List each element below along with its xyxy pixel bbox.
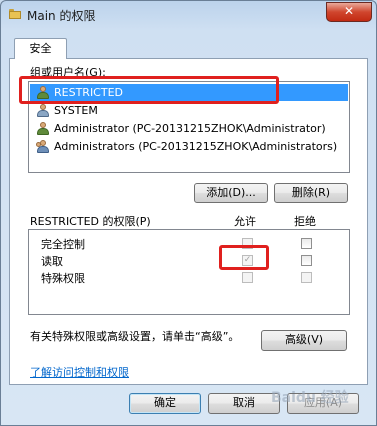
deny-special-checkbox [301,272,312,283]
watermark: Baidu 经验 [271,390,349,406]
close-button[interactable]: ✕ [326,2,372,22]
system-user-icon [36,104,50,117]
group-icon [36,140,50,153]
title-bar[interactable]: Main 的权限 ✕ [1,1,376,29]
permission-name-read: 读取 [41,255,63,268]
permissions-dialog: Main 的权限 ✕ 安全 组或用户名(G): RESTRICTED SYSTE… [0,0,377,426]
remove-button[interactable]: 删除(R) [274,183,348,203]
tab-security[interactable]: 安全 [14,38,67,59]
highlight-box-allow-read [219,245,269,270]
access-control-help-link[interactable]: 了解访问控制和权限 [30,364,129,380]
permissions-label: RESTRICTED 的权限(P) [30,215,151,228]
list-item-label: Administrator (PC-20131215ZHOK\Administr… [54,122,326,135]
deny-read-checkbox[interactable] [301,255,312,266]
list-item-administrator[interactable]: Administrator (PC-20131215ZHOK\Administr… [30,120,348,137]
add-button[interactable]: 添加(D)... [194,183,268,203]
window-title: Main 的权限 [27,9,96,23]
list-item-label: SYSTEM [54,104,98,117]
list-item-label: Administrators (PC-20131215ZHOK\Administ… [54,140,338,153]
list-item-administrators[interactable]: Administrators (PC-20131215ZHOK\Administ… [30,138,348,155]
advanced-button[interactable]: 高级(V) [261,330,347,351]
deny-column-header: 拒绝 [294,215,316,228]
advanced-help-text: 有关特殊权限或高级设置，请单击“高级”。 [30,330,240,343]
ok-button[interactable]: 确定 [129,393,201,414]
folder-icon [9,9,21,19]
cancel-button[interactable]: 取消 [208,393,280,414]
deny-full-control-checkbox[interactable] [301,238,312,249]
allow-special-checkbox [242,272,253,283]
permission-name-special: 特殊权限 [41,272,85,285]
allow-column-header: 允许 [234,215,256,228]
list-item-system[interactable]: SYSTEM [30,102,348,119]
permission-name-full-control: 完全控制 [41,238,85,251]
user-icon [36,122,50,135]
highlight-box-restricted [19,76,279,104]
